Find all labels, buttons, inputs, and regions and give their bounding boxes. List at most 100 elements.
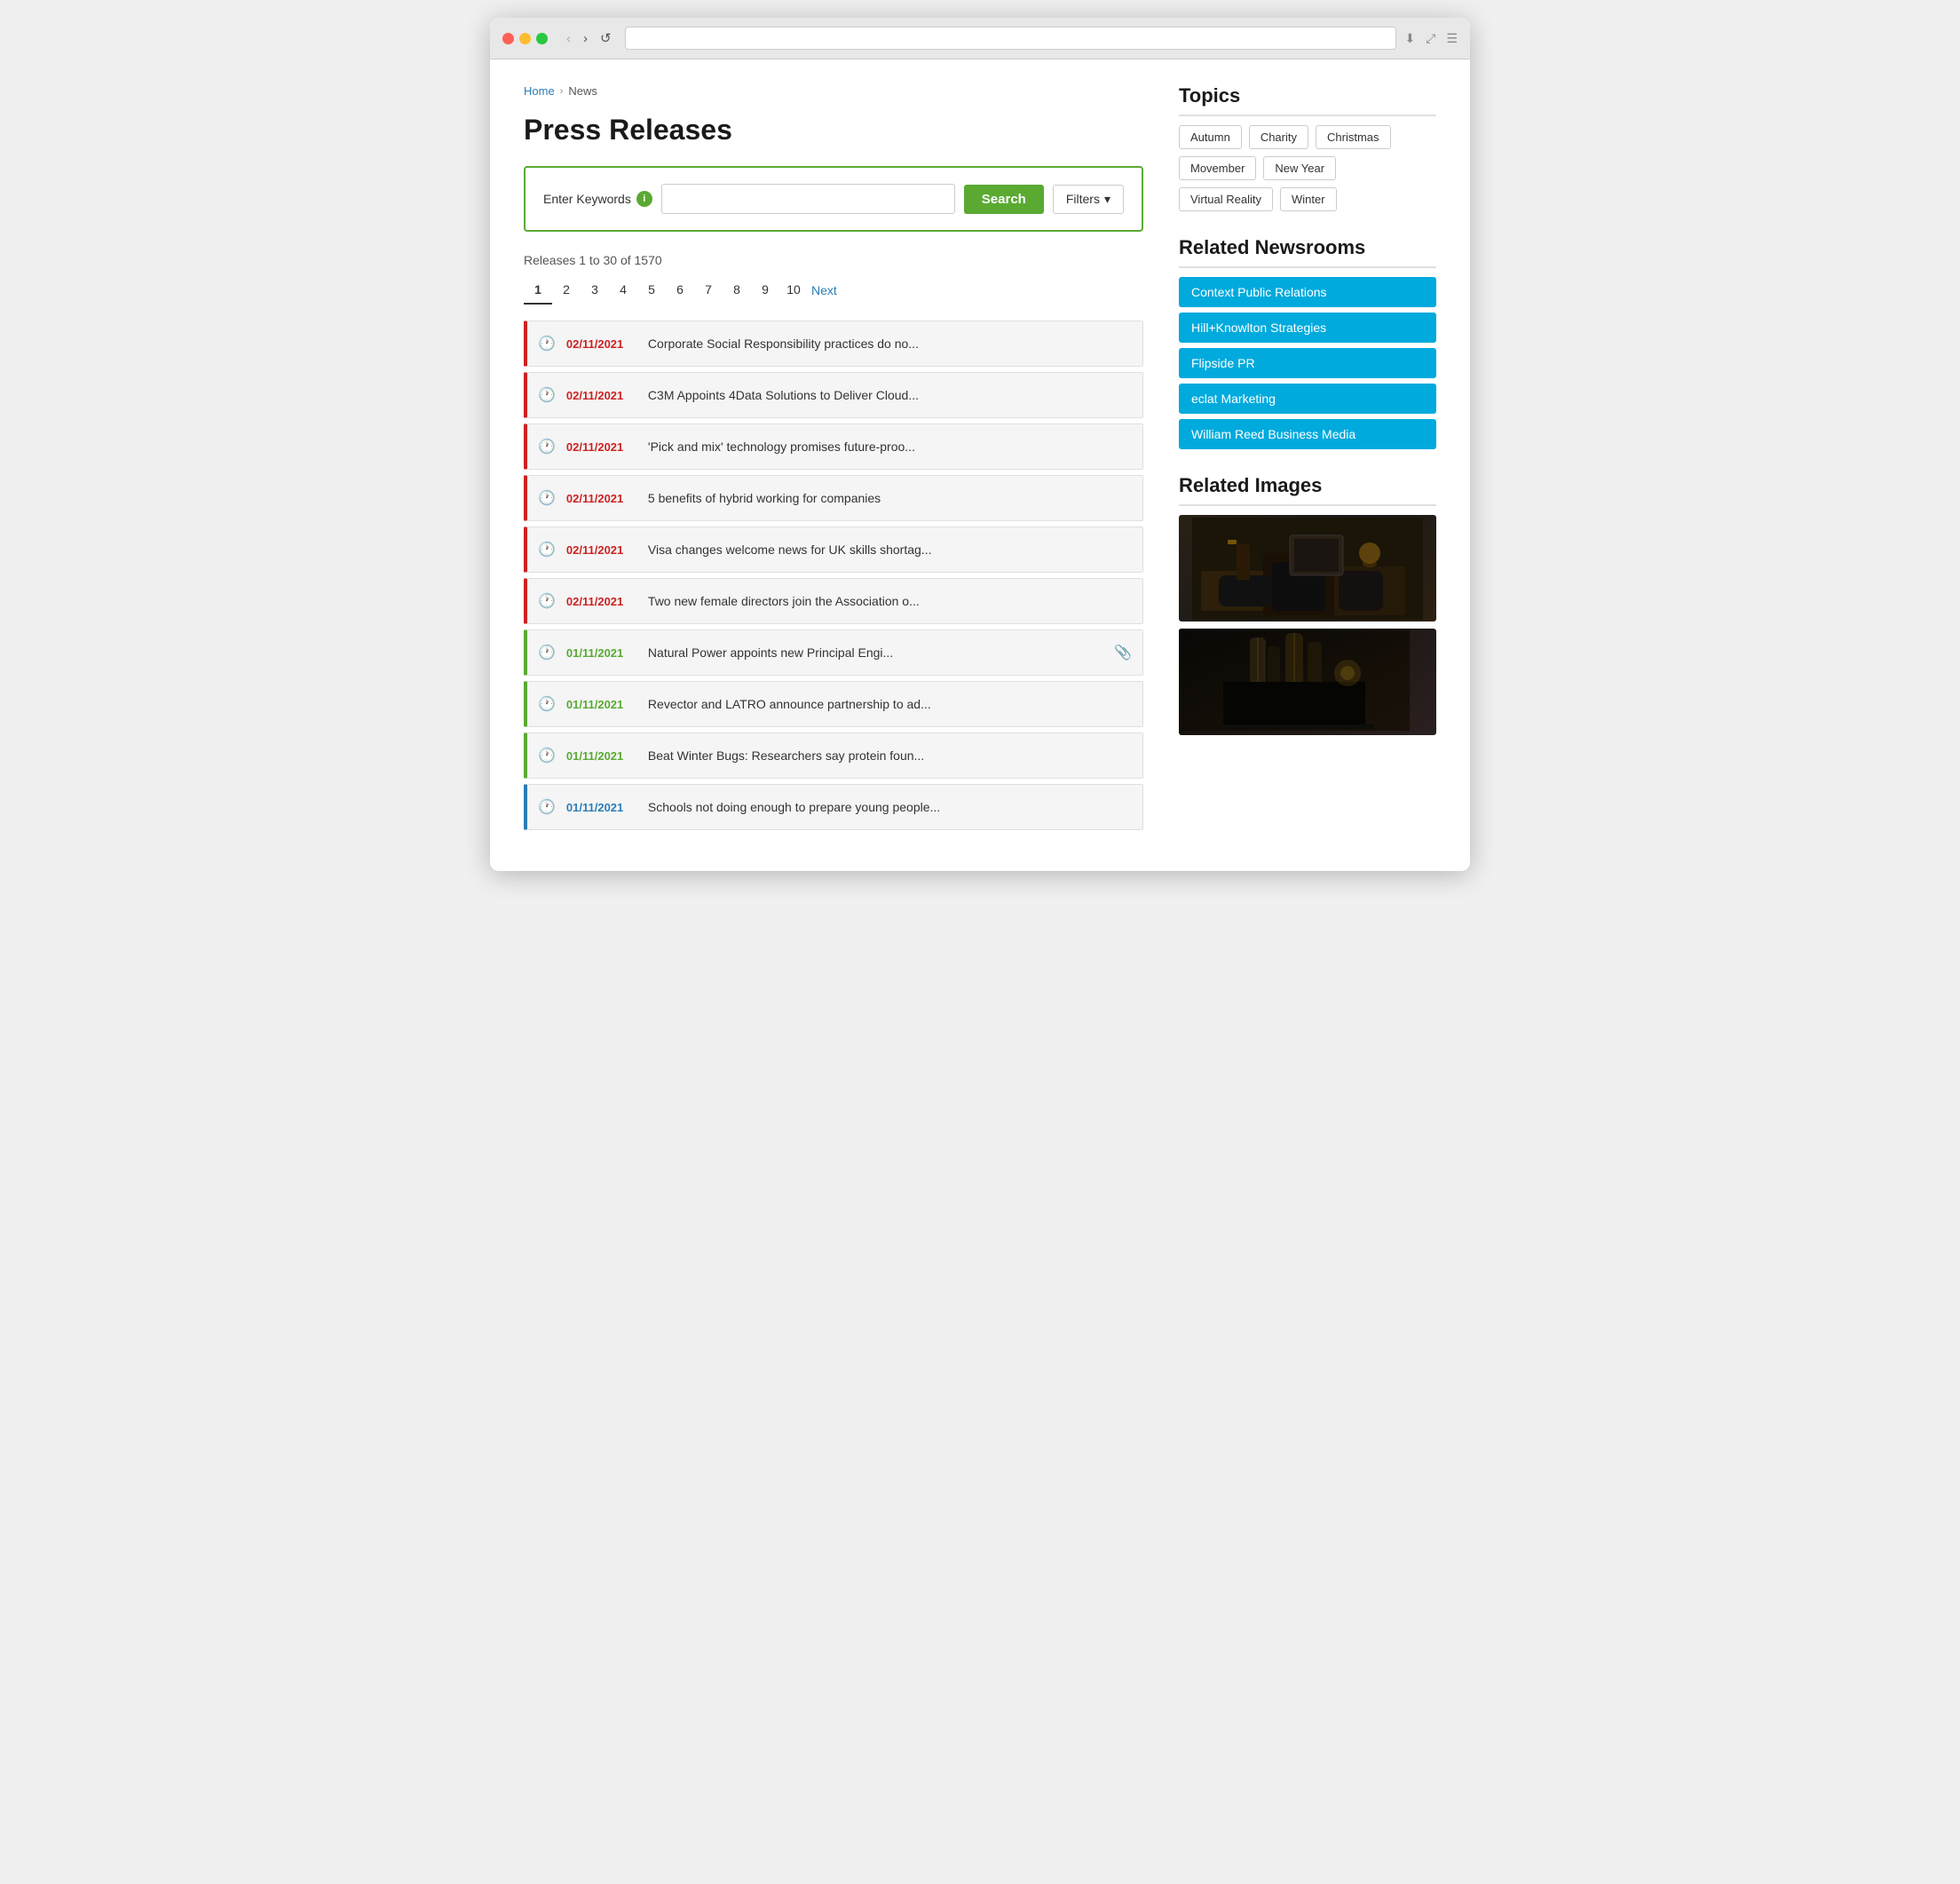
news-date: 02/11/2021	[566, 492, 637, 505]
filters-button[interactable]: Filters ▾	[1053, 185, 1124, 214]
breadcrumb-home[interactable]: Home	[524, 84, 555, 98]
news-title: Two new female directors join the Associ…	[648, 594, 1132, 608]
page-content: Home › News Press Releases Enter Keyword…	[490, 59, 1470, 871]
attachment-icon: 📎	[1114, 644, 1132, 661]
clock-icon: 🕐	[538, 798, 556, 816]
news-title: Visa changes welcome news for UK skills …	[648, 542, 1132, 557]
related-images-section: Related Images	[1179, 474, 1436, 735]
news-date: 02/11/2021	[566, 440, 637, 454]
news-item[interactable]: 🕐 01/11/2021 Natural Power appoints new Pr…	[524, 629, 1143, 676]
topic-tag[interactable]: Virtual Reality	[1179, 187, 1273, 211]
news-title: Schools not doing enough to prepare youn…	[648, 800, 1132, 814]
main-column: Home › News Press Releases Enter Keyword…	[524, 84, 1143, 835]
topics-title: Topics	[1179, 84, 1436, 116]
nav-buttons: ‹ › ↺	[562, 28, 616, 48]
page-number-7[interactable]: 7	[694, 276, 723, 305]
newsroom-button[interactable]: Flipside PR	[1179, 348, 1436, 378]
topic-tag[interactable]: Charity	[1249, 125, 1308, 149]
news-item[interactable]: 🕐 02/11/2021 Two new female directors join…	[524, 578, 1143, 624]
news-item[interactable]: 🕐02/11/2021C3M Appoints 4Data Solutions …	[524, 372, 1143, 418]
newsroom-button[interactable]: Context Public Relations	[1179, 277, 1436, 307]
news-item[interactable]: 🕐 02/11/2021 'Pick and mix' technology pro…	[524, 424, 1143, 470]
news-date: 02/11/2021	[566, 595, 637, 608]
topic-tag[interactable]: Autumn	[1179, 125, 1242, 149]
news-title: Corporate Social Responsibility practice…	[648, 336, 1132, 351]
page-number-5[interactable]: 5	[637, 276, 666, 305]
download-icon[interactable]: ⬇	[1405, 31, 1416, 46]
newsroom-button[interactable]: eclat Marketing	[1179, 384, 1436, 414]
clock-icon: 🕐	[538, 695, 556, 713]
clock-icon: 🕐	[538, 592, 556, 610]
news-item[interactable]: 🕐01/11/2021Beat Winter Bugs: Researchers…	[524, 732, 1143, 779]
news-list: 🕐 02/11/2021 Corporate Social Responsibili…	[524, 321, 1143, 835]
page-number-8[interactable]: 8	[723, 276, 751, 305]
browser-chrome: ‹ › ↺ ⬇ ⤢ ☰	[490, 18, 1470, 59]
close-button[interactable]	[502, 33, 514, 44]
related-image-1[interactable]	[1179, 515, 1436, 621]
page-number-10[interactable]: 10	[779, 276, 808, 305]
clock-icon: 🕐	[538, 386, 556, 404]
newsroom-list: Context Public Relations Hill+Knowlton St…	[1179, 277, 1436, 449]
page-number-9[interactable]: 9	[751, 276, 779, 305]
news-title: Natural Power appoints new Principal Eng…	[648, 645, 1103, 660]
clock-icon: 🕐	[538, 335, 556, 352]
related-image-2[interactable]	[1179, 629, 1436, 735]
topic-tag[interactable]: Movember	[1179, 156, 1256, 180]
related-images-title: Related Images	[1179, 474, 1436, 506]
living-room-image	[1179, 515, 1436, 621]
browser-window: ‹ › ↺ ⬇ ⤢ ☰ Home › News Press Releases E…	[490, 18, 1470, 871]
page-number-2[interactable]: 2	[552, 276, 581, 305]
topic-tag[interactable]: Winter	[1280, 187, 1337, 211]
breadcrumb-separator: ›	[560, 86, 564, 97]
news-item[interactable]: 🕐 01/11/2021 Schools not doing enough to p…	[524, 784, 1143, 830]
expand-icon[interactable]: ⤢	[1426, 31, 1435, 46]
sidebar: Topics Autumn Charity Christmas Movember New…	[1179, 84, 1436, 835]
news-date: 01/11/2021	[566, 801, 637, 814]
topic-tag[interactable]: Christmas	[1316, 125, 1391, 149]
news-date: 01/11/2021	[566, 749, 637, 763]
news-item[interactable]: 🕐 02/11/2021 Corporate Social Responsibili…	[524, 321, 1143, 367]
page-number-6[interactable]: 6	[666, 276, 694, 305]
news-date: 02/11/2021	[566, 389, 637, 402]
page-number-4[interactable]: 4	[609, 276, 637, 305]
clock-icon: 🕐	[538, 489, 556, 507]
search-input[interactable]	[661, 184, 955, 214]
news-title: Beat Winter Bugs: Researchers say protei…	[648, 748, 1132, 763]
back-button[interactable]: ‹	[562, 28, 575, 48]
releases-count: Releases 1 to 30 of 1570	[524, 253, 1143, 267]
topics-section: Topics Autumn Charity Christmas Movember New…	[1179, 84, 1436, 211]
refresh-button[interactable]: ↺	[596, 28, 616, 48]
news-item[interactable]: 🕐 02/11/2021 5 benefits of hybrid working …	[524, 475, 1143, 521]
clock-icon: 🕐	[538, 438, 556, 455]
address-bar[interactable]	[625, 27, 1396, 50]
newsroom-button[interactable]: William Reed Business Media	[1179, 419, 1436, 449]
menu-icon[interactable]: ☰	[1446, 31, 1458, 46]
news-title: Revector and LATRO announce partnership …	[648, 697, 1132, 711]
news-item[interactable]: 🕐 02/11/2021 Visa changes welcome news for…	[524, 526, 1143, 573]
news-title: 'Pick and mix' technology promises futur…	[648, 439, 1132, 454]
newsroom-button[interactable]: Hill+Knowlton Strategies	[1179, 313, 1436, 343]
forward-button[interactable]: ›	[579, 28, 592, 48]
clock-icon: 🕐	[538, 541, 556, 558]
news-date: 02/11/2021	[566, 543, 637, 557]
news-date: 02/11/2021	[566, 337, 637, 351]
page-title: Press Releases	[524, 114, 1143, 146]
search-button[interactable]: Search	[964, 185, 1044, 214]
news-date: 01/11/2021	[566, 698, 637, 711]
traffic-lights	[502, 33, 548, 44]
news-item[interactable]: 🕐 01/11/2021 Revector and LATRO announce p…	[524, 681, 1143, 727]
topic-tag[interactable]: New Year	[1263, 156, 1336, 180]
page-number-1[interactable]: 1	[524, 276, 552, 305]
fullscreen-button[interactable]	[536, 33, 548, 44]
pagination-next[interactable]: Next	[811, 283, 837, 297]
clock-icon: 🕐	[538, 644, 556, 661]
search-label: Enter Keywords i	[543, 191, 652, 207]
info-icon[interactable]: i	[636, 191, 652, 207]
pagination: 12345678910Next	[524, 276, 1143, 305]
breadcrumb: Home › News	[524, 84, 1143, 98]
page-number-3[interactable]: 3	[581, 276, 609, 305]
news-title: 5 benefits of hybrid working for compani…	[648, 491, 1132, 505]
newsrooms-section: Related Newsrooms Context Public Relatio…	[1179, 236, 1436, 449]
news-date: 01/11/2021	[566, 646, 637, 660]
minimize-button[interactable]	[519, 33, 531, 44]
